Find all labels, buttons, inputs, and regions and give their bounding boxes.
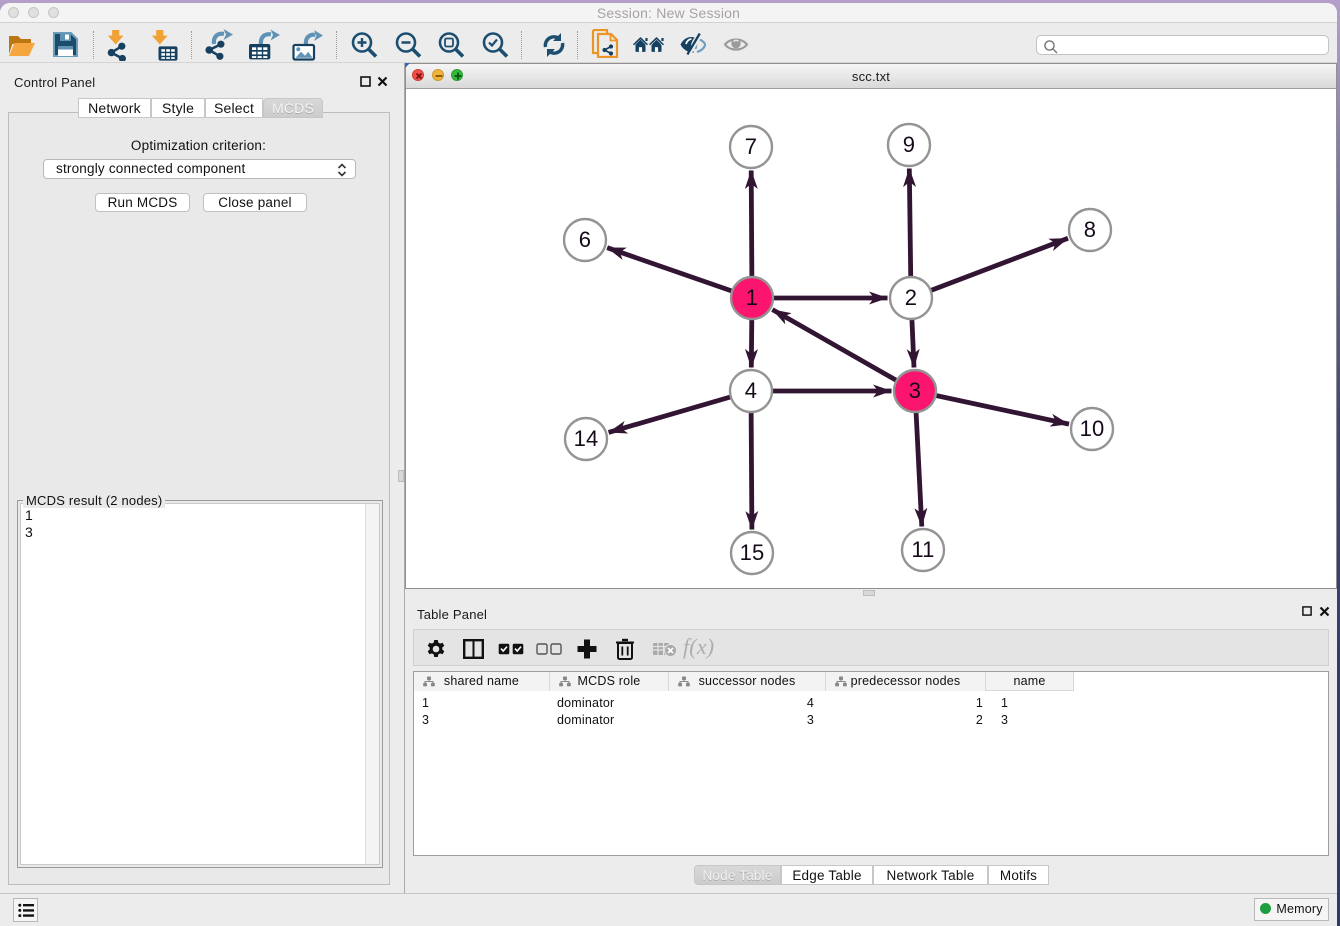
svg-text:14: 14 [574,426,599,451]
svg-text:9: 9 [903,132,915,157]
svg-text:3: 3 [909,378,921,403]
svg-text:1: 1 [746,285,758,310]
svg-text:15: 15 [740,540,765,565]
svg-text:2: 2 [905,285,917,310]
svg-text:7: 7 [745,134,757,159]
svg-text:4: 4 [745,378,757,403]
svg-text:11: 11 [911,537,934,562]
svg-text:8: 8 [1084,217,1096,242]
svg-text:10: 10 [1080,416,1105,441]
svg-text:6: 6 [579,227,591,252]
